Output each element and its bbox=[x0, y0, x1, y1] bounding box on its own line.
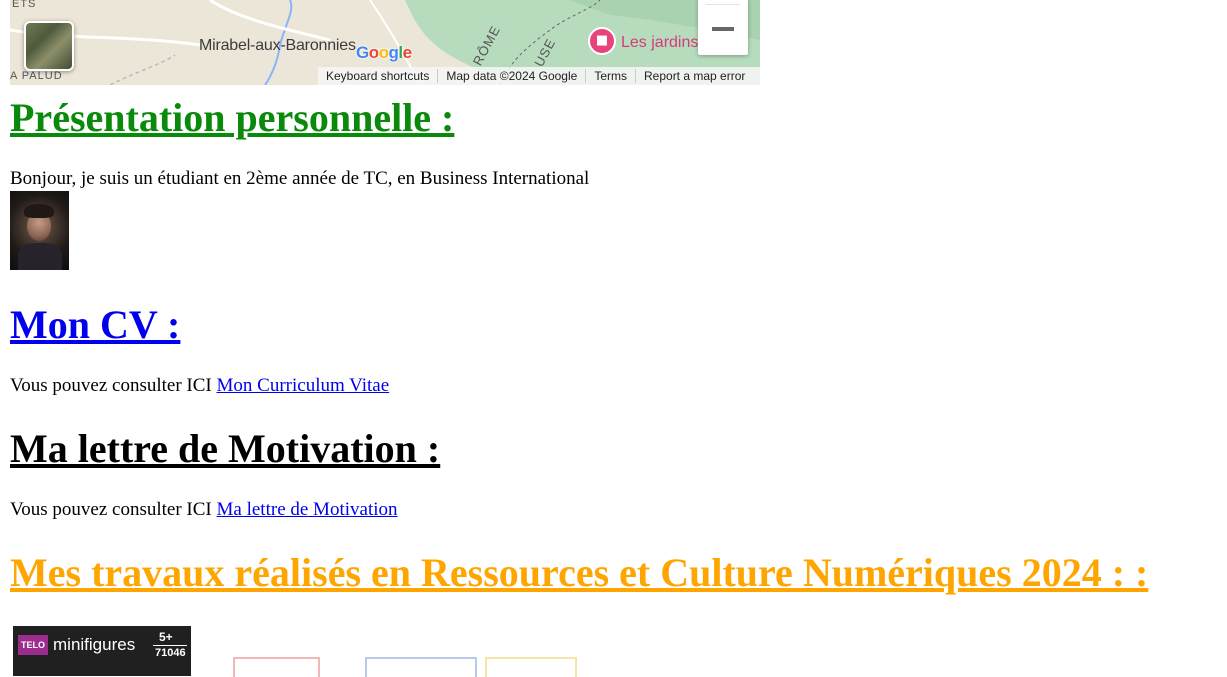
zoom-divider bbox=[706, 4, 740, 5]
lettre-paragraph: Vous pouvez consulter ICI Ma lettre de M… bbox=[10, 499, 398, 521]
document-thumbnail[interactable] bbox=[365, 657, 477, 677]
lego-age: 5+ bbox=[159, 630, 173, 644]
map-edge-label-bottom: A PALUD bbox=[10, 70, 63, 82]
zoom-out-icon[interactable] bbox=[712, 27, 734, 31]
page: ETS A PALUD Mirabel-aux-Baronnies RÔME U… bbox=[10, 0, 1220, 677]
map-town-label: Mirabel-aux-Baronnies bbox=[199, 37, 356, 54]
document-thumbnail[interactable] bbox=[485, 657, 577, 677]
embedded-map[interactable]: ETS A PALUD Mirabel-aux-Baronnies RÔME U… bbox=[10, 0, 760, 85]
map-poi-label[interactable]: Les jardins bbox=[621, 34, 698, 52]
lego-number: 71046 bbox=[155, 647, 186, 659]
map-satellite-toggle[interactable] bbox=[24, 21, 74, 71]
cv-text: Vous pouvez consulter ICI bbox=[10, 375, 212, 396]
map-data-text: Map data ©2024 Google bbox=[438, 69, 587, 83]
lego-title: minifigures bbox=[53, 635, 136, 654]
presentation-heading: Présentation personnelle : bbox=[10, 95, 455, 140]
keyboard-shortcuts-link[interactable]: Keyboard shortcuts bbox=[318, 69, 439, 83]
travaux-heading[interactable]: Mes travaux réalisés en Ressources et Cu… bbox=[10, 550, 1148, 596]
lettre-heading: Ma lettre de Motivation : bbox=[10, 426, 441, 471]
cv-paragraph: Vous pouvez consulter ICI Mon Curriculum… bbox=[10, 375, 389, 397]
lego-minifigures-thumbnail[interactable]: TELO minifigures 5+ 71046 bbox=[13, 626, 191, 676]
lettre-link[interactable]: Ma lettre de Motivation bbox=[217, 499, 398, 520]
hotel-bed-icon[interactable]: ■ bbox=[588, 27, 616, 55]
map-edge-label-top: ETS bbox=[12, 0, 37, 10]
profile-photo bbox=[10, 191, 69, 270]
lettre-text: Vous pouvez consulter ICI bbox=[10, 499, 212, 520]
google-logo: Google bbox=[356, 43, 412, 62]
document-thumbnail[interactable] bbox=[233, 657, 320, 677]
cv-heading[interactable]: Mon CV : bbox=[10, 302, 180, 348]
map-zoom-control bbox=[698, 0, 748, 55]
map-attribution-bar: Keyboard shortcuts Map data ©2024 Google… bbox=[318, 67, 760, 85]
cv-link[interactable]: Mon Curriculum Vitae bbox=[217, 375, 390, 396]
presentation-text: Bonjour, je suis un étudiant en 2ème ann… bbox=[10, 168, 590, 189]
lego-badge: TELO bbox=[18, 635, 48, 655]
report-map-error-link[interactable]: Report a map error bbox=[636, 69, 753, 83]
terms-link[interactable]: Terms bbox=[586, 69, 636, 83]
